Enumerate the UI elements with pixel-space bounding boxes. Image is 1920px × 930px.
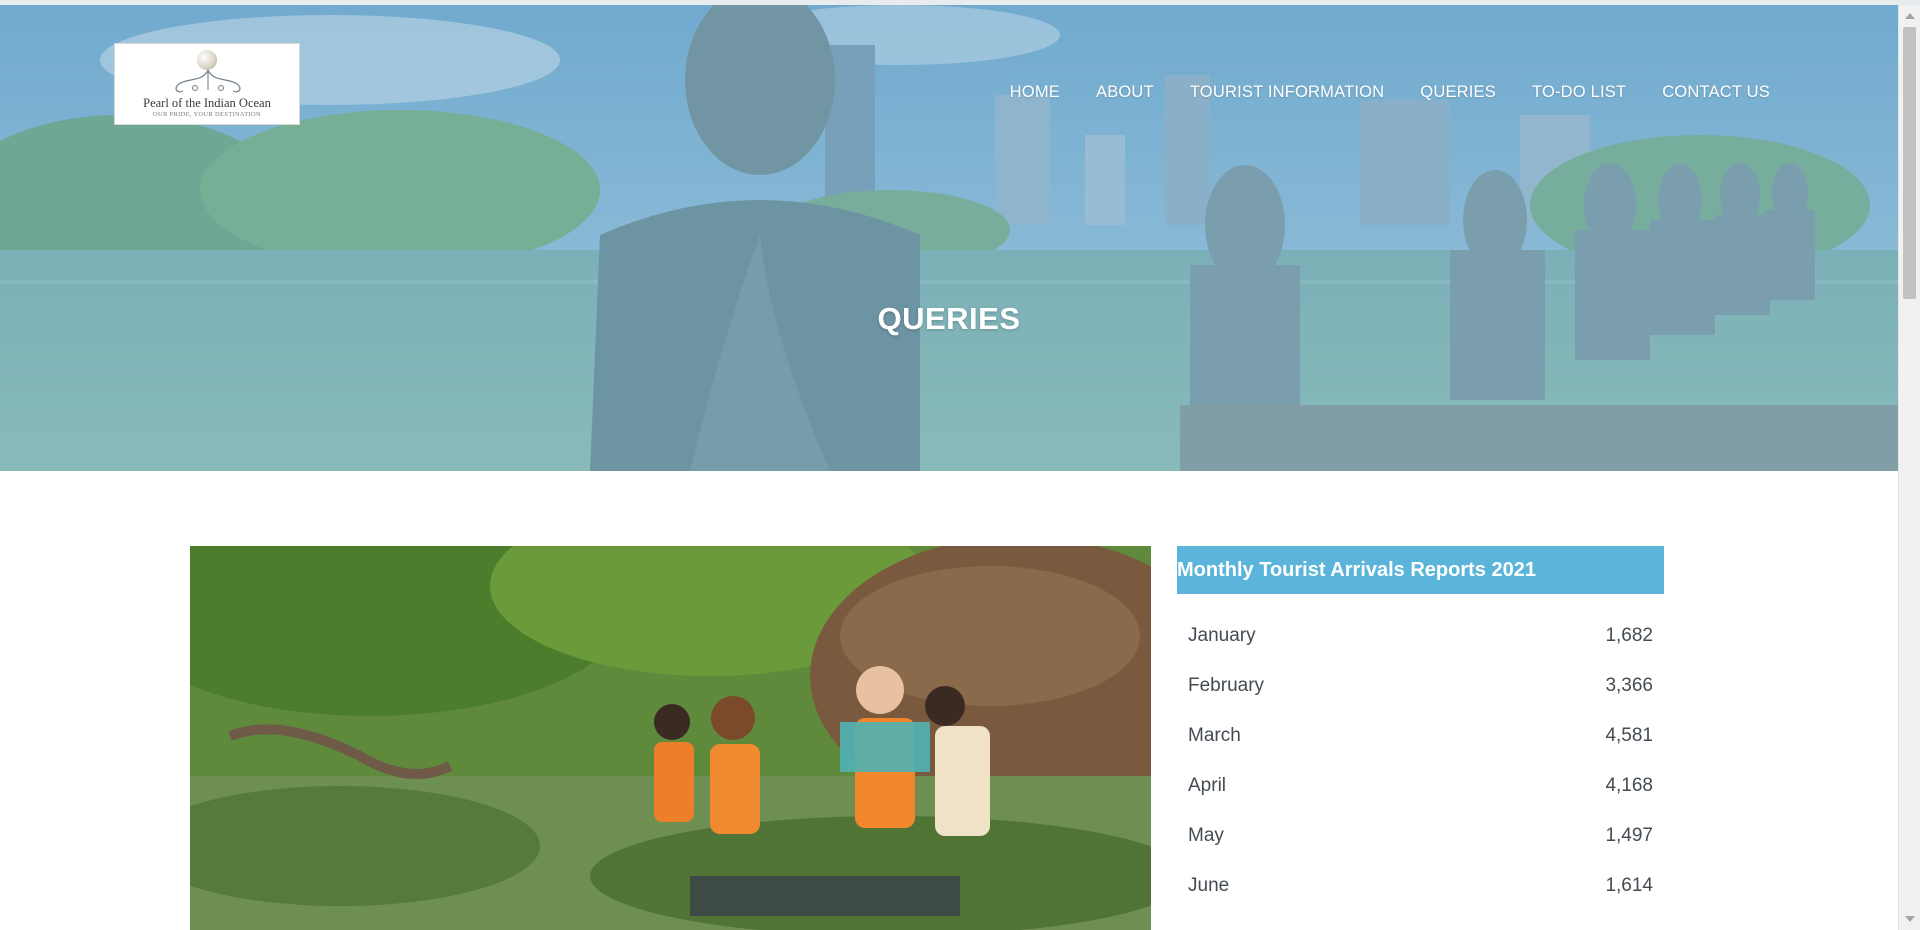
logo-tagline: OUR PRIDE, YOUR DESTINATION [153, 111, 261, 118]
arrivals-table: January 1,682 February 3,366 March 4,581… [1177, 611, 1664, 911]
tourists-boat-photo [190, 546, 1151, 930]
month-cell: January [1188, 625, 1256, 646]
pearl-icon [197, 50, 217, 70]
table-row: April 4,168 [1177, 761, 1664, 811]
month-cell: February [1188, 675, 1265, 696]
ornament-swirl-icon [175, 69, 241, 93]
arrivals-report-panel: Monthly Tourist Arrivals Reports 2021 Ja… [1177, 546, 1664, 911]
nav-about[interactable]: ABOUT [1096, 83, 1154, 102]
month-cell: May [1188, 825, 1224, 846]
page-title: QUERIES [877, 301, 1021, 336]
scroll-up-arrow-icon[interactable] [1905, 13, 1915, 19]
logo-name: Pearl of the Indian Ocean [143, 96, 271, 110]
arrivals-value: 4,581 [1605, 725, 1653, 746]
nav-tourist-information[interactable]: TOURIST INFORMATION [1190, 83, 1384, 102]
hero-banner: Pearl of the Indian Ocean OUR PRIDE, YOU… [0, 5, 1898, 471]
nav-queries[interactable]: QUERIES [1420, 83, 1496, 102]
arrivals-value: 4,168 [1605, 775, 1653, 796]
nav-contact-us[interactable]: CONTACT US [1662, 83, 1770, 102]
arrivals-value: 1,614 [1605, 875, 1653, 896]
arrivals-value: 3,366 [1605, 675, 1653, 696]
site-logo[interactable]: Pearl of the Indian Ocean OUR PRIDE, YOU… [114, 43, 300, 125]
arrivals-value: 1,497 [1605, 825, 1653, 846]
scroll-down-arrow-icon[interactable] [1905, 916, 1915, 922]
nav-home[interactable]: HOME [1010, 83, 1060, 102]
nav-to-do-list[interactable]: TO-DO LIST [1532, 83, 1626, 102]
arrivals-value: 1,682 [1605, 625, 1653, 646]
table-row: February 3,366 [1177, 661, 1664, 711]
vertical-scrollbar[interactable] [1898, 5, 1920, 930]
table-row: May 1,497 [1177, 811, 1664, 861]
month-cell: June [1188, 875, 1230, 896]
scroll-thumb[interactable] [1903, 27, 1916, 299]
main-nav: HOME ABOUT TOURIST INFORMATION QUERIES T… [1010, 83, 1770, 102]
month-cell: March [1188, 725, 1241, 746]
month-cell: April [1188, 775, 1227, 796]
report-heading: Monthly Tourist Arrivals Reports 2021 [1177, 546, 1664, 594]
table-row: June 1,614 [1177, 861, 1664, 911]
table-row: January 1,682 [1177, 611, 1664, 661]
table-row: March 4,581 [1177, 711, 1664, 761]
